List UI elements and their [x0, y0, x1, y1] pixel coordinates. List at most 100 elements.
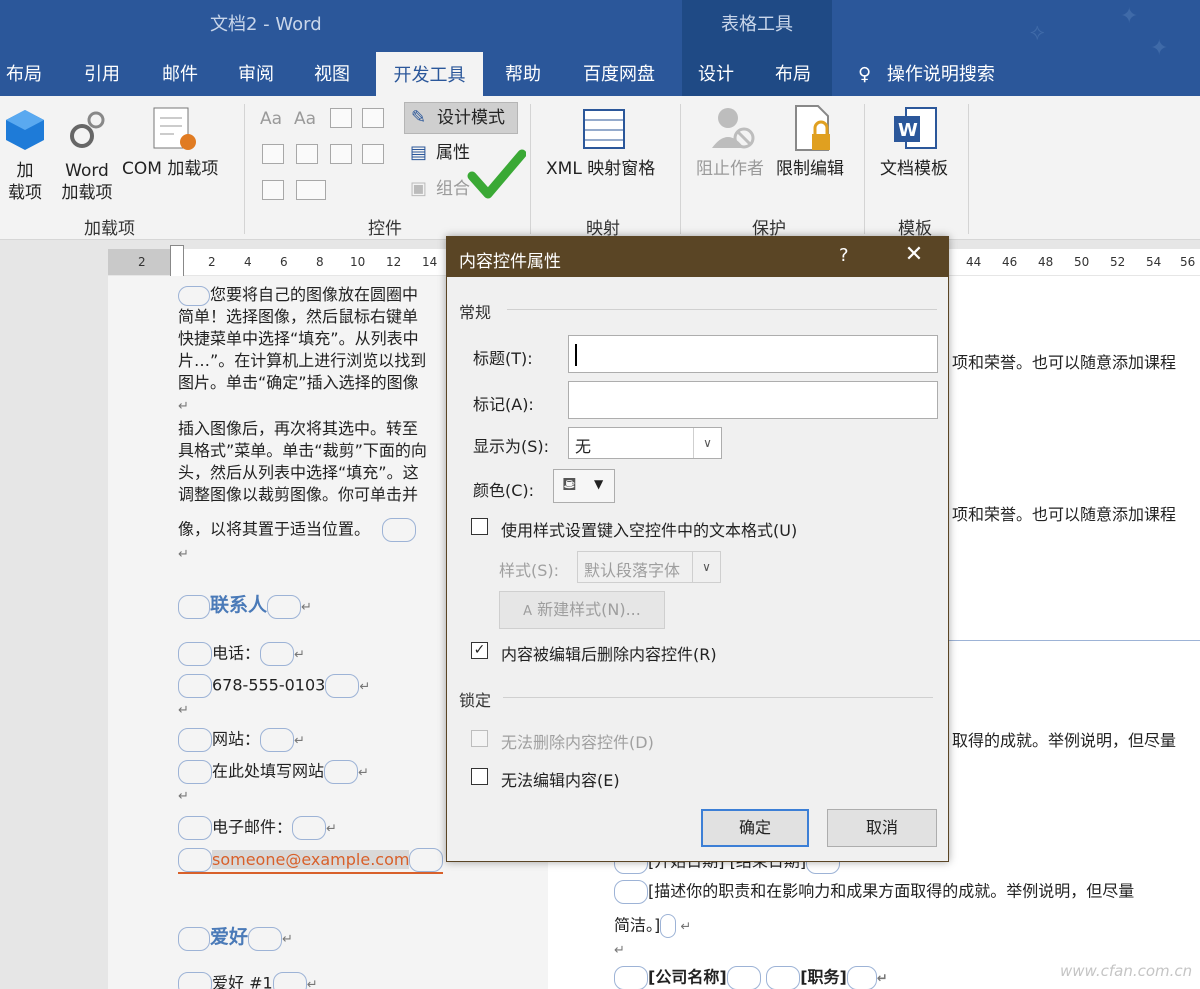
tag-input[interactable] [568, 381, 938, 419]
dropdown-control-icon[interactable] [330, 144, 352, 164]
new-style-icon: A [523, 604, 533, 619]
ruler-number: 50 [1074, 255, 1090, 269]
indent-marker[interactable] [170, 245, 184, 277]
cannot-delete-label: 无法删除内容控件(D) [501, 733, 654, 752]
tab-view[interactable]: 视图 [314, 60, 350, 86]
close-button[interactable]: ✕ [899, 242, 929, 267]
restrict-editing-button[interactable]: 限制编辑 [776, 158, 844, 180]
tab-baidu-netdisk[interactable]: 百度网盘 [583, 60, 655, 86]
phone-value[interactable]: 678-555-0103 ↵ [178, 674, 370, 699]
title-bar: 文档2 - Word [0, 0, 1200, 45]
addins-button[interactable]: 加 载项 [6, 160, 44, 204]
legacy-tools-icon[interactable] [296, 180, 326, 200]
date-picker-control-icon[interactable] [362, 144, 384, 164]
ruler-number: 14 [422, 255, 438, 269]
window-title: 文档2 - Word [210, 14, 322, 35]
job-description-end[interactable]: 简洁。] ↵ [614, 914, 691, 939]
word-addins-button[interactable]: Word 加载项 [58, 160, 116, 204]
combobox-control-icon[interactable] [296, 144, 318, 164]
new-style-button[interactable]: A 新建样式(N)... [499, 591, 665, 629]
divider [503, 697, 933, 698]
website-label[interactable]: 网站： ↵ [178, 728, 305, 753]
show-as-label: 显示为(S): [473, 437, 550, 456]
tab-layout[interactable]: 布局 [6, 60, 42, 86]
doc-line: 片…”。在计算机上进行浏览以找到 [178, 351, 427, 370]
tab-review[interactable]: 审阅 [238, 60, 274, 86]
email-label[interactable]: 电子邮件： ↵ [178, 816, 337, 841]
divider [948, 640, 1200, 641]
section-lock: 锁定 [459, 691, 492, 710]
ruler-number: 52 [1110, 255, 1126, 269]
picture-control-icon[interactable] [330, 108, 352, 128]
contact-heading[interactable]: 联系人 ↵ [178, 594, 312, 619]
tab-mailings[interactable]: 邮件 [162, 60, 198, 86]
show-as-select[interactable]: 无 ∨ [568, 427, 722, 459]
section-general: 常规 [459, 303, 492, 322]
email-value[interactable]: someone@example.com [178, 848, 444, 874]
divider [244, 104, 245, 234]
title-input[interactable] [568, 335, 938, 373]
chevron-down-icon: ∨ [693, 428, 721, 458]
ruler-number: 44 [966, 255, 982, 269]
cannot-delete-checkbox[interactable] [471, 730, 488, 747]
paragraph-mark: ↵ [178, 399, 189, 414]
tab-table-layout[interactable]: 布局 [775, 60, 811, 86]
bird-icon: ⟡ [1030, 20, 1045, 45]
checkbox-control-icon[interactable] [262, 144, 284, 164]
cannot-edit-checkbox[interactable] [471, 768, 488, 785]
tab-help[interactable]: 帮助 [505, 60, 541, 86]
rich-text-control-icon[interactable]: Aa [260, 108, 282, 130]
title-label: 标题(T): [473, 349, 533, 368]
tab-developer[interactable]: 开发工具 [376, 52, 483, 97]
properties-icon: ▤ [410, 142, 428, 163]
use-style-checkbox[interactable] [471, 518, 488, 535]
hobbies-heading[interactable]: 爱好 ↵ [178, 926, 293, 951]
company-role[interactable]: [公司名称] [职务] ↵ [614, 966, 888, 989]
doc-line: 取得的成就。举例说明，但尽量 [952, 731, 1177, 750]
properties-label: 属性 [436, 143, 470, 163]
website-value[interactable]: 在此处填写网站 ↵ [178, 760, 369, 785]
dialog-title-bar[interactable]: 内容控件属性 ? ✕ [447, 237, 948, 277]
design-mode-button[interactable]: ✎ 设计模式 [404, 102, 518, 134]
remove-control-label: 内容被编辑后删除内容控件(R) [501, 645, 717, 664]
tab-references[interactable]: 引用 [84, 60, 120, 86]
hobby-item[interactable]: 爱好 #1 ↵ [178, 972, 318, 989]
tell-me-label: 操作说明搜索 [886, 64, 995, 85]
job-description[interactable]: [描述你的职责和在影响力和成果方面取得的成就。举例说明，但尽量 [614, 880, 1134, 904]
tell-me-search[interactable]: ♀ 操作说明搜索 [858, 60, 995, 86]
ruler-number: 48 [1038, 255, 1054, 269]
plain-text-control-icon[interactable]: Aa [294, 108, 316, 130]
ruler-number: 6 [280, 255, 288, 269]
style-select[interactable]: 默认段落字体 ∨ [577, 551, 721, 583]
com-addins-button[interactable]: COM 加载项 [122, 158, 218, 180]
divider [864, 104, 865, 234]
doc-line: 头，然后从列表中选择“填充”。这 [178, 463, 419, 482]
document-template-button[interactable]: 文档模板 [880, 158, 948, 180]
ok-button[interactable]: 确定 [701, 809, 809, 847]
building-block-control-icon[interactable] [362, 108, 384, 128]
help-button[interactable]: ? [839, 245, 849, 266]
ribbon: 加 载项 Word 加载项 COM 加载项 加载项 Aa Aa ✎ 设计模式 ▤… [0, 96, 1200, 240]
repeating-section-icon[interactable] [262, 180, 284, 200]
xml-mapping-button[interactable]: XML 映射窗格 [546, 158, 655, 180]
ruler-number: 8 [316, 255, 324, 269]
tab-design[interactable]: 设计 [698, 60, 734, 86]
remove-control-checkbox[interactable]: ✓ [471, 642, 488, 659]
addins-icon [4, 108, 46, 154]
doc-line: 调整图像以裁剪图像。你可单击并 [178, 485, 419, 504]
phone-label[interactable]: 电话： ↵ [178, 642, 305, 667]
block-authors-button[interactable]: 阻止作者 [696, 158, 764, 180]
group-icon: ▣ [410, 178, 428, 199]
style-label: 样式(S): [499, 561, 560, 580]
doc-line: 插入图像后，再次将其选中。转至 [178, 419, 419, 438]
use-style-label: 使用样式设置键入空控件中的文本格式(U) [501, 521, 798, 540]
content-control-properties-dialog: 内容控件属性 ? ✕ 常规 标题(T): 标记(A): 显示为(S): 无 ∨ … [446, 236, 949, 862]
ruler-number: 54 [1146, 255, 1162, 269]
group-label-controls: 控件 [368, 219, 402, 239]
doc-line: 项和荣誉。也可以随意添加课程 [952, 505, 1177, 524]
color-picker[interactable]: ⛾ ▼ [553, 469, 615, 503]
paragraph-mark: ↵ [614, 943, 625, 958]
cancel-button[interactable]: 取消 [827, 809, 937, 847]
chevron-down-icon: ∨ [692, 552, 720, 582]
group-label: 组合 [436, 179, 470, 199]
